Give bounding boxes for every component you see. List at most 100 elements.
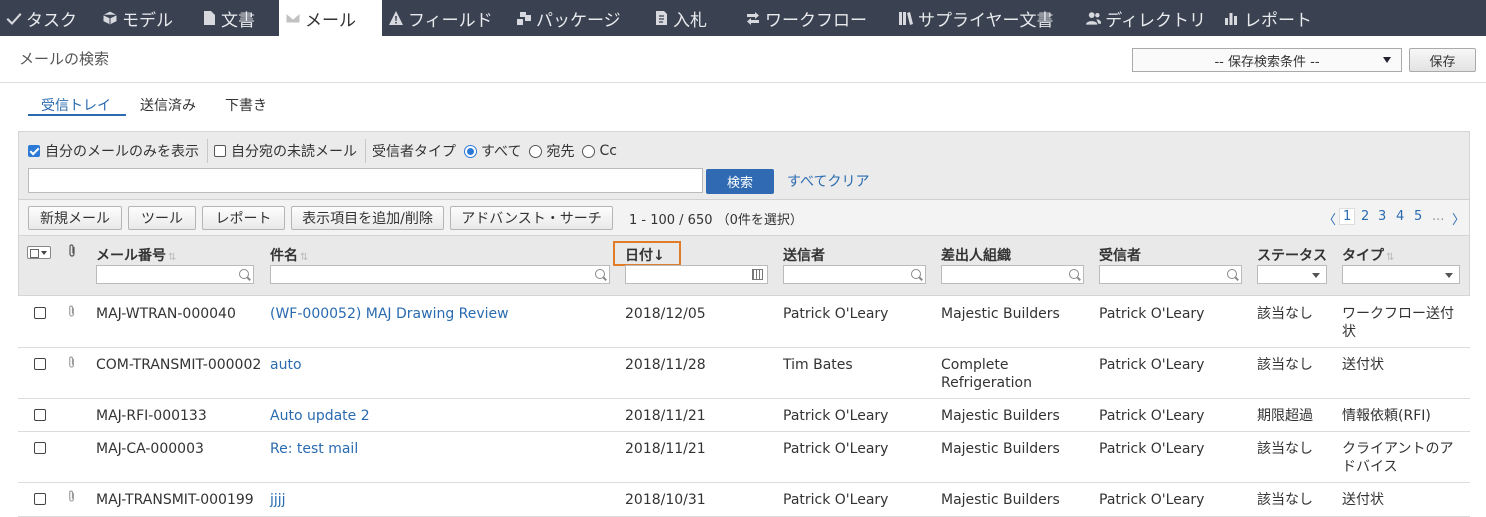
select-all-dropdown[interactable] — [27, 246, 51, 259]
mail-number: COM-TRANSMIT-000002 — [96, 357, 262, 373]
type-filter[interactable] — [1342, 265, 1460, 284]
pager-prev[interactable]: 〈 — [1323, 209, 1336, 228]
date-filter[interactable] — [625, 265, 768, 284]
pager-page-3[interactable]: 3 — [1378, 209, 1386, 224]
chevron-down-icon — [1312, 273, 1320, 278]
row-checkbox[interactable] — [34, 493, 46, 505]
nav-item-label: 文書 — [221, 10, 255, 31]
nav-item-models[interactable]: モデル — [96, 0, 195, 36]
sender-filter[interactable] — [783, 265, 926, 284]
envelope-icon — [285, 12, 301, 24]
search-icon — [911, 269, 921, 279]
search-input[interactable] — [28, 168, 703, 193]
nav-item-documents[interactable]: 文書 — [195, 0, 279, 36]
mail-number-filter[interactable] — [96, 265, 254, 284]
status-cell: 該当なし — [1257, 306, 1313, 322]
row-checkbox[interactable] — [34, 409, 46, 421]
pager-page-1[interactable]: 1 — [1339, 208, 1356, 225]
column-type[interactable]: タイプ ⇅ — [1342, 245, 1394, 265]
row-checkbox[interactable] — [34, 307, 46, 319]
nav-item-mail[interactable]: メール — [279, 0, 382, 36]
pager-page-2[interactable]: 2 — [1361, 209, 1369, 224]
date-cell: 2018/10/31 — [625, 492, 706, 508]
row-checkbox[interactable] — [34, 442, 46, 454]
recipient-type-all-radio[interactable] — [464, 144, 477, 158]
nav-item-field[interactable]: フィールド — [382, 0, 510, 36]
calendar-icon — [752, 269, 763, 280]
tab-inbox[interactable]: 受信トレイ — [41, 95, 111, 115]
paperclip-icon — [69, 305, 74, 317]
nav-item-bids[interactable]: 入札 — [647, 0, 739, 36]
column-status[interactable]: ステータス — [1257, 245, 1327, 265]
nav-item-directory[interactable]: ディレクトリ — [1080, 0, 1218, 36]
status-cell: 該当なし — [1257, 492, 1313, 508]
tools-button[interactable]: ツール — [128, 206, 196, 230]
save-button[interactable]: 保存 — [1409, 48, 1476, 72]
recipient-type-to-label: 宛先 — [546, 144, 575, 160]
column-recipient[interactable]: 受信者 — [1099, 245, 1141, 265]
mail-number: MAJ-TRANSMIT-000199 — [96, 492, 254, 508]
people-icon — [1086, 12, 1102, 25]
paperclip-icon — [69, 490, 74, 502]
status-filter[interactable] — [1257, 265, 1327, 284]
column-sender[interactable]: 送信者 — [783, 245, 825, 265]
nav-item-label: サプライヤー文書 — [918, 10, 1054, 31]
sender-org-cell: Majestic Builders — [941, 306, 1060, 322]
nav-item-workflow[interactable]: ワークフロー — [739, 0, 892, 36]
sender-cell: Patrick O'Leary — [783, 306, 889, 322]
report-button[interactable]: レポート — [202, 206, 285, 230]
table-row[interactable] — [18, 399, 1470, 432]
date-cell: 2018/11/28 — [625, 357, 706, 373]
nav-item-label: パッケージ — [536, 10, 621, 31]
subject-filter[interactable] — [270, 265, 610, 284]
pager-page-4[interactable]: 4 — [1396, 209, 1404, 224]
active-tab-indicator — [28, 114, 126, 116]
bar-chart-icon — [1225, 13, 1237, 25]
recipient-type-cc-radio[interactable] — [582, 144, 596, 158]
sender-org-cell: Majestic Builders — [941, 492, 1060, 508]
tab-sent[interactable]: 送信済み — [140, 95, 196, 115]
filter-options-row: 自分のメールのみを表示 自分宛の未読メール 受信者タイプ すべて 宛先 Cc — [28, 139, 617, 163]
new-mail-button[interactable]: 新規メール — [28, 206, 122, 230]
sender-org-cell: Complete Refrigeration — [941, 357, 1032, 391]
recipient-type-to-radio[interactable] — [529, 144, 543, 158]
check-icon — [6, 13, 22, 25]
search-icon — [1069, 269, 1079, 279]
pager-ellipsis: ... — [1432, 209, 1445, 224]
nav-item-supplier-documents[interactable]: サプライヤー文書 — [892, 0, 1080, 36]
add-remove-columns-button[interactable]: 表示項目を追加/削除 — [291, 206, 444, 230]
type-cell: 送付状 — [1342, 492, 1384, 508]
unread-to-me-checkbox[interactable] — [214, 145, 226, 157]
status-cell: 該当なし — [1257, 357, 1313, 373]
only-mine-checkbox[interactable] — [28, 145, 40, 157]
pager-page-5[interactable]: 5 — [1414, 209, 1422, 224]
table-row[interactable] — [18, 432, 1470, 483]
date-column-highlight — [613, 241, 681, 266]
nav-item-reports[interactable]: レポート — [1218, 0, 1328, 36]
status-cell: 期限超過 — [1257, 408, 1313, 424]
nav-item-packages[interactable]: パッケージ — [510, 0, 647, 36]
nav-item-tasks[interactable]: タスク — [0, 0, 96, 36]
pager-next[interactable]: 〉 — [1452, 209, 1465, 228]
search-button[interactable]: 検索 — [706, 169, 774, 194]
tab-drafts[interactable]: 下書き — [225, 95, 267, 115]
subject-link[interactable]: jjjj — [270, 491, 286, 509]
recipient-filter[interactable] — [1099, 265, 1242, 284]
subject-link[interactable]: (WF-000052) MAJ Drawing Review — [270, 305, 509, 323]
sender-cell: Patrick O'Leary — [783, 408, 889, 424]
column-sender-org[interactable]: 差出人組織 — [941, 245, 1011, 265]
subject-link[interactable]: Re: test mail — [270, 440, 358, 458]
column-mail-number[interactable]: メール番号 ⇅ — [96, 245, 176, 265]
advanced-search-button[interactable]: アドバンスト・サーチ — [450, 206, 613, 230]
search-icon — [1227, 269, 1237, 279]
clear-all-link[interactable]: すべてクリア — [787, 171, 869, 191]
search-icon — [239, 269, 249, 279]
recipient-type-all-label: すべて — [481, 144, 522, 160]
recipient-cell: Patrick O'Leary — [1099, 492, 1205, 508]
subject-link[interactable]: auto — [270, 356, 302, 374]
sender-org-filter[interactable] — [941, 265, 1084, 284]
saved-search-select[interactable]: -- 保存検索条件 -- — [1132, 48, 1402, 72]
subject-link[interactable]: Auto update 2 — [270, 407, 370, 425]
row-checkbox[interactable] — [34, 358, 46, 370]
column-subject[interactable]: 件名 ⇅ — [270, 245, 308, 265]
